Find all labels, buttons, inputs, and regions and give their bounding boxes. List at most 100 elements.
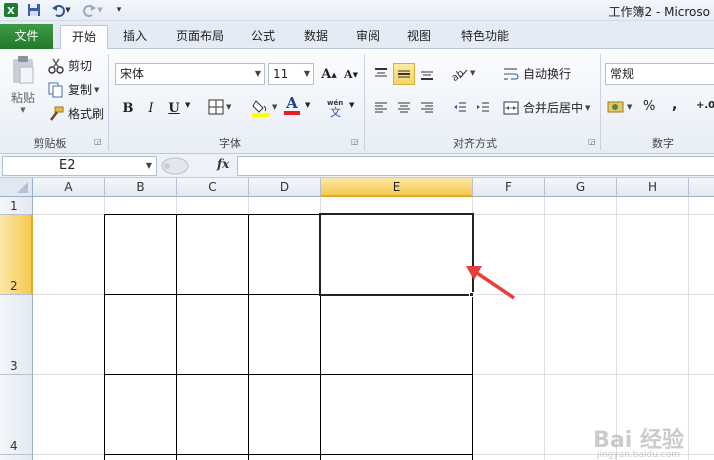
gridline xyxy=(688,197,689,460)
wrap-text-button[interactable]: 自动换行 xyxy=(503,65,571,82)
formula-input[interactable] xyxy=(237,156,714,176)
align-bottom-button[interactable] xyxy=(416,63,438,85)
shrink-font-button[interactable]: A ▼ xyxy=(340,63,362,85)
fill-color-button[interactable]: ▼ xyxy=(252,97,277,117)
font-color-button[interactable]: A xyxy=(284,96,300,115)
copy-dropdown-icon[interactable]: ▼ xyxy=(94,86,99,94)
tab-file[interactable]: 文件 xyxy=(0,24,53,49)
row-header-4[interactable]: 4 xyxy=(0,375,33,455)
merge-center-label: 合并后居中 xyxy=(523,101,584,115)
accounting-format-button[interactable]: ▼ xyxy=(607,99,632,115)
copy-button[interactable]: 复制 ▼ xyxy=(48,81,99,98)
align-center-button[interactable] xyxy=(393,97,415,119)
row-header-2[interactable]: 2 xyxy=(0,215,33,295)
paste-dropdown-icon[interactable]: ▼ xyxy=(20,106,25,114)
active-cell-e2[interactable] xyxy=(319,213,474,296)
chevron-down-icon: ▼ xyxy=(145,161,152,170)
row-header-5[interactable] xyxy=(0,455,33,460)
align-left-button[interactable] xyxy=(370,97,392,119)
cell-border xyxy=(104,374,473,375)
align-top-button[interactable] xyxy=(370,63,392,85)
number-format-value: 常规 xyxy=(610,67,635,81)
column-header-d[interactable]: D xyxy=(249,178,321,197)
tab-home[interactable]: 开始 xyxy=(60,25,108,50)
tab-view[interactable]: 视图 xyxy=(398,25,440,49)
format-painter-label: 格式刷 xyxy=(68,107,105,121)
font-name-select[interactable]: 宋体 ▼ xyxy=(115,63,265,85)
increase-decimal-button[interactable]: +.0 xyxy=(696,100,714,111)
column-header-g[interactable]: G xyxy=(545,178,617,197)
underline-dropdown-icon[interactable]: ▼ xyxy=(185,101,190,109)
borders-icon xyxy=(208,99,224,115)
borders-button[interactable]: ▼ xyxy=(208,99,231,115)
merge-center-button[interactable]: 合并后居中 ▼ xyxy=(503,99,590,116)
name-box[interactable]: E2 ▼ xyxy=(2,156,157,176)
column-header-a[interactable]: A xyxy=(33,178,105,197)
bold-button[interactable]: B xyxy=(117,97,139,119)
font-size-select[interactable]: 11 ▼ xyxy=(268,63,314,85)
column-header-e[interactable]: E xyxy=(321,178,473,197)
font-color-letter: A xyxy=(286,94,298,112)
redo-icon[interactable]: ▼ xyxy=(80,2,106,18)
align-left-icon xyxy=(375,102,387,113)
worksheet-grid[interactable]: A B C D E F G H 1 2 3 4 Bai 经验 jingyan.b… xyxy=(0,178,714,460)
column-header-partial[interactable] xyxy=(689,178,714,197)
tab-formulas[interactable]: 公式 xyxy=(243,25,283,49)
cut-label: 剪切 xyxy=(68,59,93,73)
insert-function-button[interactable]: fx xyxy=(217,157,229,171)
select-all-corner[interactable] xyxy=(0,178,33,197)
align-right-button[interactable] xyxy=(416,97,438,119)
number-format-select[interactable]: 常规 xyxy=(605,63,714,85)
row-header-1[interactable]: 1 xyxy=(0,197,33,215)
formula-bar: E2 ▼ fx xyxy=(0,154,714,178)
customize-icon[interactable]: ▾ xyxy=(112,2,126,18)
undo-icon[interactable]: ▼ xyxy=(48,2,74,18)
underline-button[interactable]: U xyxy=(163,97,185,119)
paste-button[interactable]: 粘贴 ▼ xyxy=(6,55,40,114)
gridline xyxy=(544,197,545,460)
italic-button[interactable]: I xyxy=(140,97,162,119)
column-header-f[interactable]: F xyxy=(473,178,545,197)
paint-bucket-icon xyxy=(252,100,270,117)
alignment-group-label: 对齐方式 xyxy=(453,137,497,150)
cut-button[interactable]: 剪切 xyxy=(48,57,92,74)
tab-special-features[interactable]: 特色功能 xyxy=(452,25,518,49)
column-header-h[interactable]: H xyxy=(617,178,689,197)
font-launcher-icon[interactable]: ◲ xyxy=(351,137,359,146)
grow-font-label: A xyxy=(321,66,332,82)
orientation-button[interactable]: ab ▼ xyxy=(450,65,475,81)
group-divider xyxy=(600,54,601,150)
decrease-indent-button[interactable] xyxy=(449,97,471,119)
font-name-value: 宋体 xyxy=(120,67,145,81)
column-header-b[interactable]: B xyxy=(105,178,177,197)
comma-button[interactable]: , xyxy=(672,97,677,113)
gridline xyxy=(616,197,617,460)
grow-font-button[interactable]: A ▲ xyxy=(318,63,340,85)
ribbon: 粘贴 ▼ 剪切 复制 ▼ 格式刷 剪贴板 ◲ 宋体 ▼ 11 ▼ A ▲ A ▼ B… xyxy=(0,49,714,154)
formula-bar-handle-icon[interactable] xyxy=(160,156,190,176)
save-icon[interactable] xyxy=(26,2,42,18)
text-orientation-icon: ab xyxy=(450,68,468,81)
phonetic-button[interactable]: wén 文 xyxy=(326,96,348,118)
wrap-text-label: 自动换行 xyxy=(523,67,572,81)
alignment-launcher-icon[interactable]: ◲ xyxy=(588,137,596,146)
tab-page-layout[interactable]: 页面布局 xyxy=(168,25,232,49)
tab-insert[interactable]: 插入 xyxy=(114,25,156,49)
cell-border xyxy=(104,214,105,460)
select-all-icon xyxy=(17,182,28,193)
phonetic-dropdown-icon[interactable]: ▼ xyxy=(349,101,354,109)
clipboard-launcher-icon[interactable]: ◲ xyxy=(94,137,102,146)
format-painter-button[interactable]: 格式刷 xyxy=(48,105,104,122)
column-header-c[interactable]: C xyxy=(177,178,249,197)
font-color-dropdown-icon[interactable]: ▼ xyxy=(305,101,310,109)
shrink-font-label: A xyxy=(344,67,353,81)
percent-button[interactable]: % xyxy=(643,99,655,114)
tab-review[interactable]: 审阅 xyxy=(347,25,389,49)
align-middle-button[interactable] xyxy=(393,63,415,85)
window-title: 工作簿2 - Microso xyxy=(608,5,711,19)
row-header-3[interactable]: 3 xyxy=(0,295,33,375)
increase-indent-button[interactable] xyxy=(472,97,494,119)
tab-data[interactable]: 数据 xyxy=(295,25,337,49)
font-color-swatch xyxy=(284,111,300,115)
group-divider xyxy=(364,54,365,150)
